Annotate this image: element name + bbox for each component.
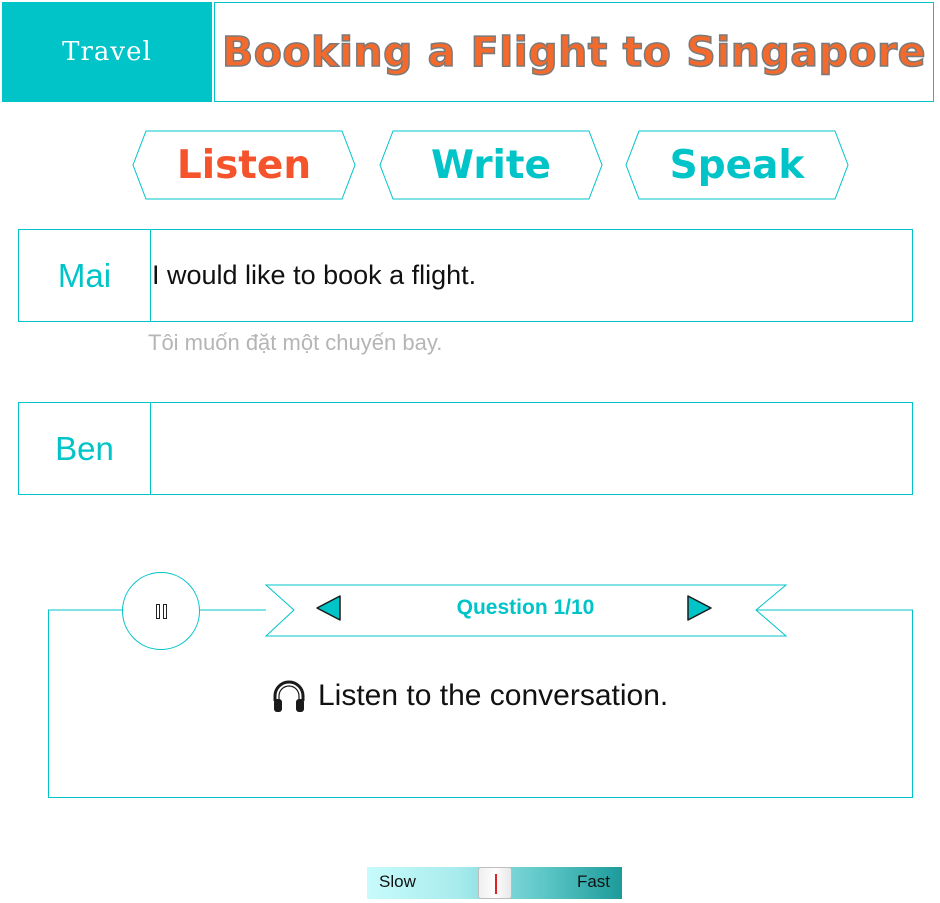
dialogue-row-mai: Mai I would like to book a flight. [18,229,913,322]
speed-slow-label: Slow [379,872,416,891]
lesson-title: Booking a Flight to Singapore [214,2,934,102]
tab-listen-label: Listen [176,142,312,188]
dialogue-translation: Tôi muốn đặt một chuyến bay. [148,330,443,355]
tab-write[interactable]: Write [379,130,603,200]
question-instruction: Listen to the conversation. [270,677,668,715]
prev-question-icon[interactable] [314,594,342,622]
tab-listen[interactable]: Listen [132,130,356,200]
next-question-icon[interactable] [686,594,714,622]
topic-text: Travel [62,37,152,67]
dialogue-line: I would like to book a flight. [152,260,477,290]
lesson-title-text: Booking a Flight to Singapore [221,27,927,77]
question-counter: Question 1/10 [456,596,595,619]
instruction-text: Listen to the conversation. [318,679,669,712]
speed-fast-label: Fast [576,872,610,891]
dialogue-row-ben: Ben [18,402,913,495]
tab-speak-label: Speak [669,142,805,188]
speed-slider[interactable]: Slow Fast [367,867,622,899]
pause-icon [155,603,167,619]
pause-button[interactable] [122,572,200,650]
headphones-icon [273,680,305,712]
tab-speak[interactable]: Speak [625,130,849,200]
tab-write-label: Write [430,142,552,188]
speaker-name: Mai [19,230,151,321]
topic-label: Travel [2,2,212,102]
speed-slider-thumb[interactable] [478,867,512,899]
speaker-name: Ben [19,403,151,494]
